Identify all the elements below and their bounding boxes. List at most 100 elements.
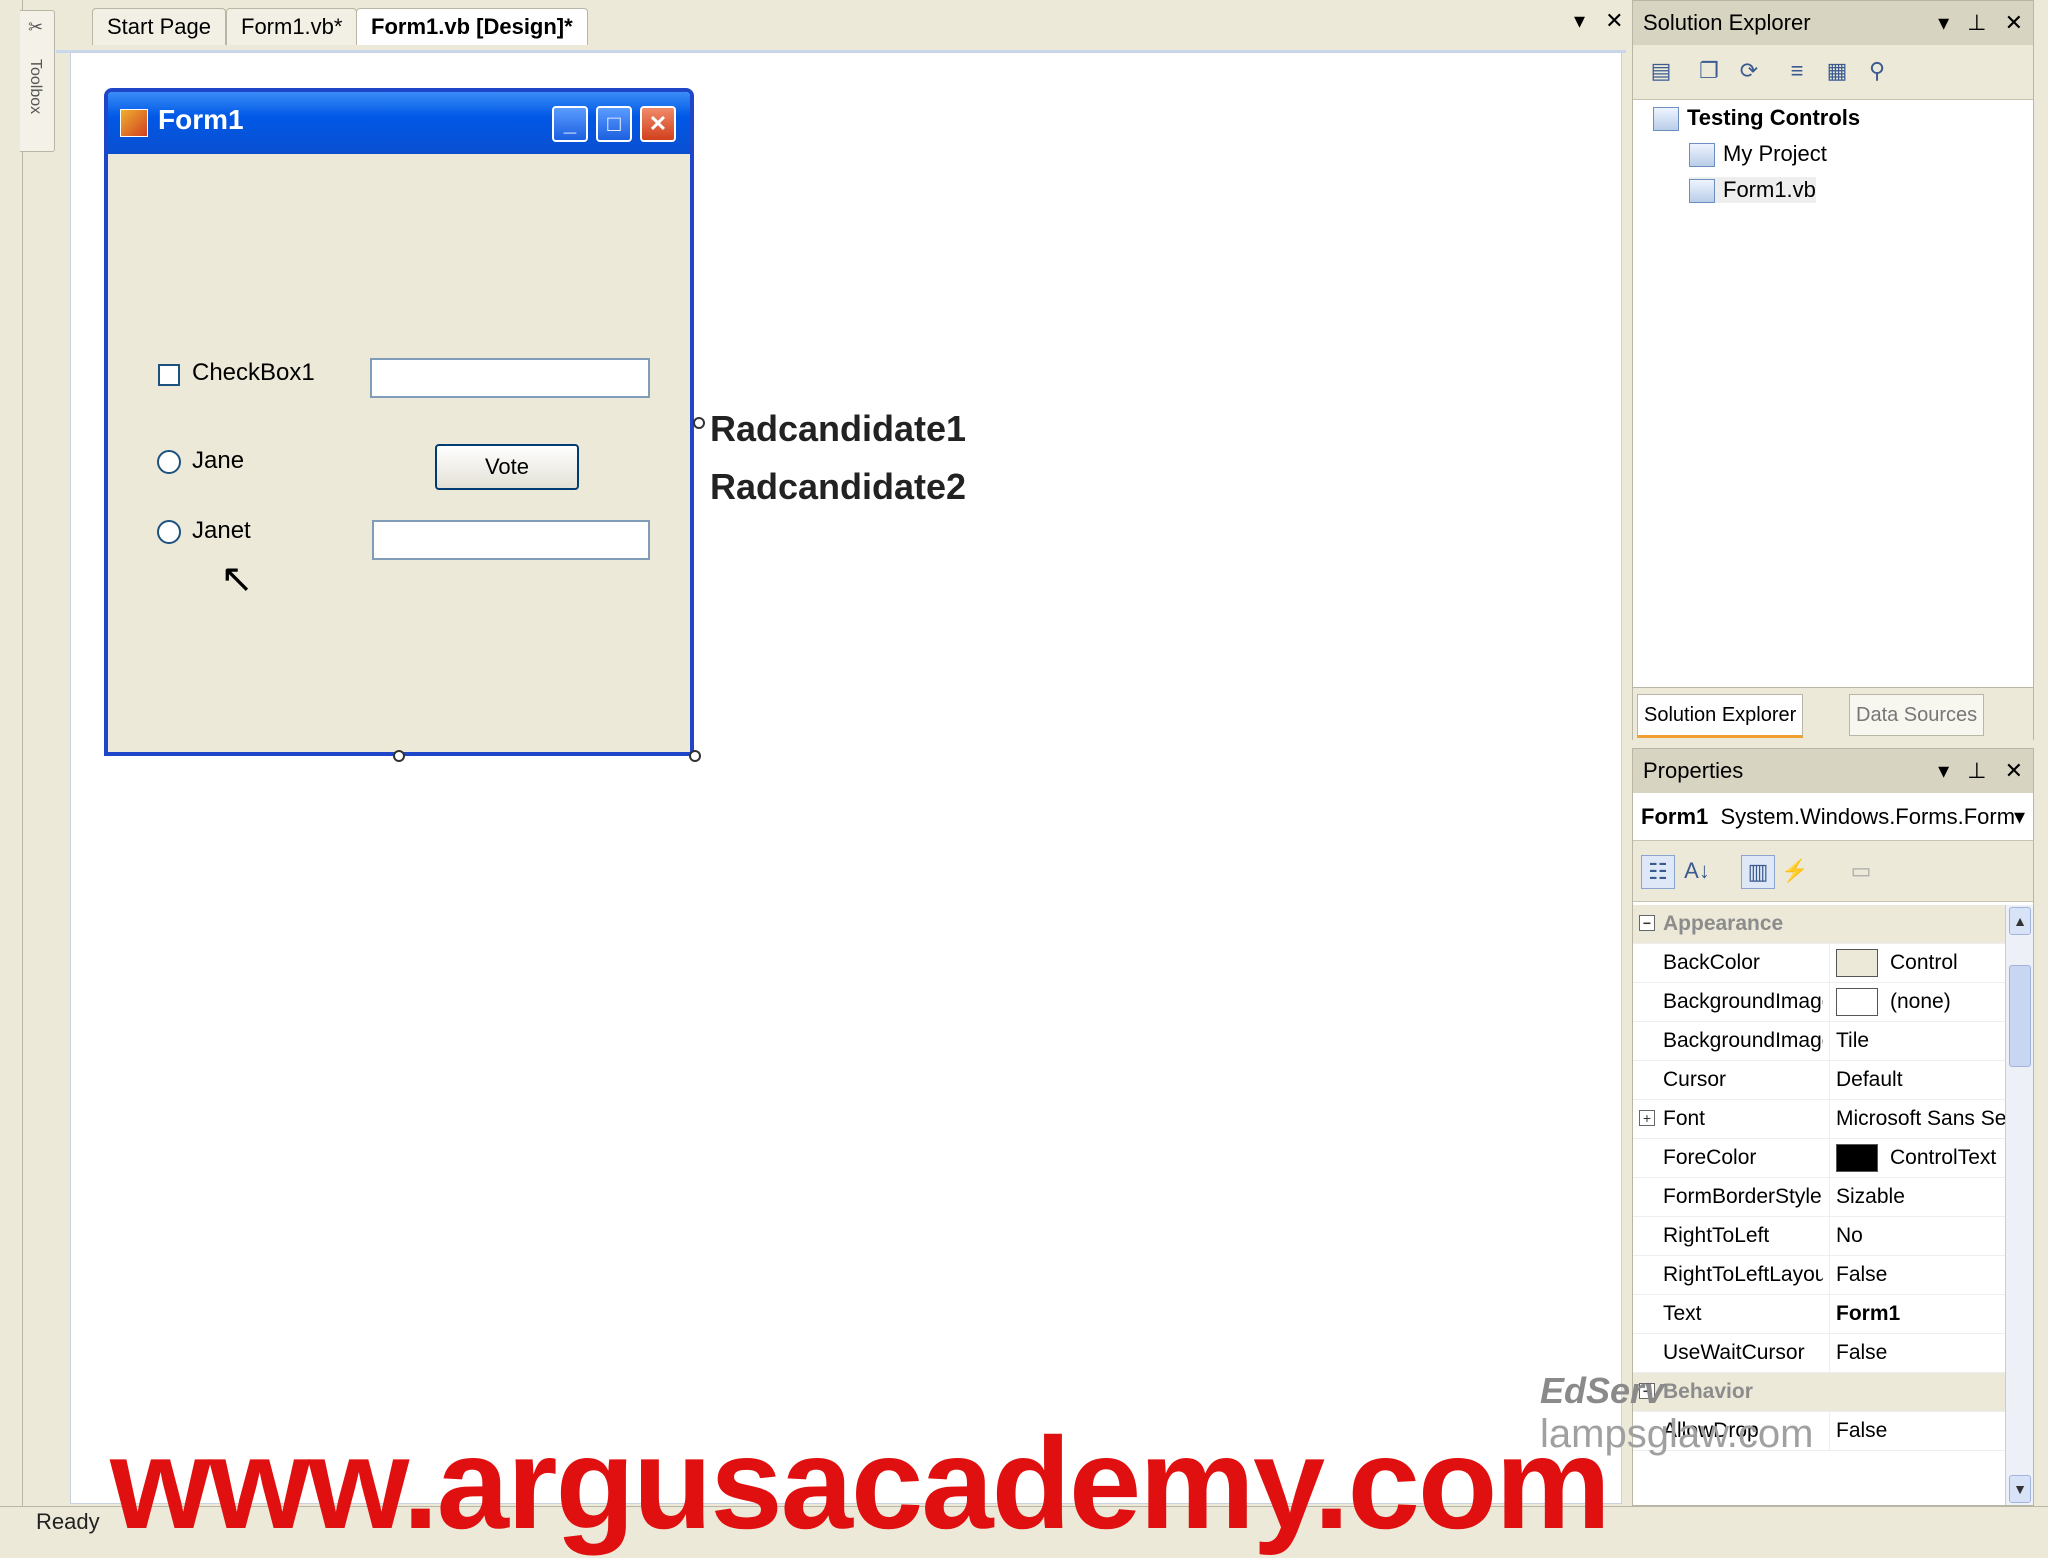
property-row[interactable]: Text Form1 <box>1633 1295 2005 1334</box>
property-row[interactable]: BackColor Control <box>1633 944 2005 983</box>
vote-button[interactable]: Vote <box>435 444 579 490</box>
properties-scrollbar[interactable]: ▲ ▼ <box>2005 905 2033 1505</box>
solution-explorer-title: Solution Explorer <box>1643 10 1811 35</box>
properties-icon[interactable]: ▤ <box>1645 55 1677 87</box>
properties-view-icon[interactable]: ▥ <box>1741 855 1775 889</box>
object-name: Form1 <box>1641 804 1709 829</box>
close-icon[interactable]: ✕ <box>2005 10 2023 35</box>
radio-jane[interactable] <box>157 450 181 474</box>
form1-window[interactable]: Form1 _ □ ✕ CheckBox1 Jane Vote Janet <box>104 88 694 756</box>
solution-explorer-header: Solution Explorer ▾ ⊥ ✕ <box>1633 1 2033 45</box>
refresh-icon[interactable]: ⟳ <box>1733 55 1765 87</box>
checkbox1[interactable] <box>158 364 180 386</box>
chevron-down-icon[interactable]: ▾ <box>1938 758 1949 783</box>
tab-data-sources[interactable]: Data Sources <box>1849 694 1985 736</box>
alphabetical-icon[interactable]: A↓ <box>1681 855 1713 887</box>
overlay-label-radcandidate2: Radcandidate2 <box>710 466 967 507</box>
minimize-icon[interactable]: _ <box>552 106 588 142</box>
my-project-icon <box>1689 143 1715 168</box>
close-icon[interactable]: ✕ <box>1605 8 1623 33</box>
property-row[interactable]: BackgroundImage (none) <box>1633 983 2005 1022</box>
object-type: System.Windows.Forms.Form <box>1720 804 2016 829</box>
view-designer-icon[interactable]: ▦ <box>1821 55 1853 87</box>
property-row[interactable]: + Font Microsoft Sans Serif <box>1633 1100 2012 1139</box>
property-row[interactable]: FormBorderStyle Sizable <box>1633 1178 2005 1217</box>
radio-jane-label: Jane <box>192 447 245 474</box>
solution-explorer-panel: Solution Explorer ▾ ⊥ ✕ ▤ ❐ ⟳ ≡ ▦ ⚲ Test… <box>1632 0 2034 742</box>
toolbox-label: Toolbox <box>27 59 44 115</box>
tree-item-label: Testing Controls <box>1687 105 1861 130</box>
class-diagram-icon[interactable]: ⚲ <box>1861 55 1893 87</box>
category-appearance[interactable]: − Appearance <box>1633 905 2005 944</box>
mouse-cursor-icon: ↖ <box>220 557 254 601</box>
property-row[interactable]: UseWaitCursor False <box>1633 1334 2005 1373</box>
maximize-icon[interactable]: □ <box>596 106 632 142</box>
watermark-edserv: EdServ <box>1540 1370 1665 1411</box>
toolbox-icon: ✂ <box>28 17 44 37</box>
property-row[interactable]: ForeColor ControlText <box>1633 1139 2005 1178</box>
document-window-controls: ▾ ✕ <box>1560 8 1624 34</box>
radio-janet-label: Janet <box>192 517 251 544</box>
form-icon <box>120 109 148 137</box>
chevron-down-icon[interactable]: ▾ <box>1574 8 1585 33</box>
document-tab-bar: Start Page Form1.vb* Form1.vb [Design]* <box>56 0 1626 53</box>
property-grid: − Appearance BackColor Control Backgroun… <box>1633 905 2012 1451</box>
textbox-bottom[interactable] <box>372 520 650 560</box>
property-row[interactable]: Cursor Default <box>1633 1061 2005 1100</box>
status-text: Ready <box>36 1509 100 1534</box>
tree-item-project[interactable]: Testing Controls <box>1653 105 1861 132</box>
close-icon[interactable]: ✕ <box>640 106 676 142</box>
toolbox-tab[interactable]: ✂ Toolbox <box>20 10 55 152</box>
tab-start-page[interactable]: Start Page <box>92 8 226 45</box>
radio-janet[interactable] <box>157 520 181 544</box>
property-pages-icon[interactable]: ▭ <box>1845 855 1877 887</box>
show-all-files-icon[interactable]: ❐ <box>1693 55 1725 87</box>
overlay-label-radcandidate1: Radcandidate1 <box>710 408 967 449</box>
properties-header: Properties ▾ ⊥ ✕ <box>1633 749 2033 793</box>
tab-form1-code[interactable]: Form1.vb* <box>226 8 358 45</box>
textbox-top[interactable] <box>370 358 650 398</box>
solution-explorer-tabs: Solution Explorer Data Sources <box>1633 687 2033 742</box>
tab-solution-explorer[interactable]: Solution Explorer <box>1637 694 1804 738</box>
project-icon <box>1653 107 1679 132</box>
tree-item-form1[interactable]: Form1.vb <box>1689 177 1816 204</box>
form-file-icon <box>1689 179 1715 204</box>
image-swatch <box>1836 988 1878 1017</box>
color-swatch <box>1836 949 1878 978</box>
scroll-up-icon[interactable]: ▲ <box>2009 907 2031 935</box>
checkbox1-label: CheckBox1 <box>192 359 315 386</box>
scroll-down-icon[interactable]: ▼ <box>2009 1475 2031 1503</box>
properties-title: Properties <box>1643 758 1744 783</box>
solution-explorer-toolbar: ▤ ❐ ⟳ ≡ ▦ ⚲ <box>1633 45 2033 100</box>
pin-icon[interactable]: ⊥ <box>1967 758 1986 783</box>
expand-icon[interactable]: + <box>1639 1110 1655 1126</box>
events-icon[interactable]: ⚡ <box>1779 855 1811 887</box>
tree-item-label: My Project <box>1723 141 1827 166</box>
tab-form1-design[interactable]: Form1.vb [Design]* <box>356 8 588 45</box>
pin-icon[interactable]: ⊥ <box>1967 10 1986 35</box>
categorized-icon[interactable]: ☷ <box>1641 855 1675 889</box>
resize-handle-bottom[interactable] <box>393 750 405 762</box>
chevron-down-icon[interactable]: ▾ <box>1938 10 1949 35</box>
form-client-area: CheckBox1 Jane Vote Janet <box>108 154 690 752</box>
form-titlebar: Form1 _ □ ✕ <box>108 92 690 154</box>
color-swatch <box>1836 1144 1878 1173</box>
resize-handle-corner[interactable] <box>689 750 701 762</box>
tree-item-my-project[interactable]: My Project <box>1689 141 1827 168</box>
chevron-down-icon: ▾ <box>2013 804 2025 829</box>
close-icon[interactable]: ✕ <box>2005 758 2023 783</box>
property-row[interactable]: RightToLeftLayout False <box>1633 1256 2005 1295</box>
properties-panel: Properties ▾ ⊥ ✕ Form1 System.Windows.Fo… <box>1632 748 2034 1506</box>
resize-handle-right[interactable] <box>693 417 705 429</box>
property-row[interactable]: BackgroundImageLayout Tile <box>1633 1022 2005 1061</box>
view-code-icon[interactable]: ≡ <box>1781 55 1813 87</box>
form-title: Form1 <box>158 104 244 135</box>
scrollbar-thumb[interactable] <box>2009 965 2031 1067</box>
category-behavior[interactable]: − Behavior <box>1633 1373 2005 1412</box>
tree-item-label: Form1.vb <box>1723 177 1816 202</box>
properties-toolbar: ☷ A↓ ▥ ⚡ ▭ <box>1633 841 2033 902</box>
properties-object-selector[interactable]: Form1 System.Windows.Forms.Form ▾ <box>1633 793 2033 841</box>
collapse-icon[interactable]: − <box>1639 915 1655 931</box>
property-row[interactable]: RightToLeft No <box>1633 1217 2005 1256</box>
toolbox-strip <box>0 0 23 1506</box>
